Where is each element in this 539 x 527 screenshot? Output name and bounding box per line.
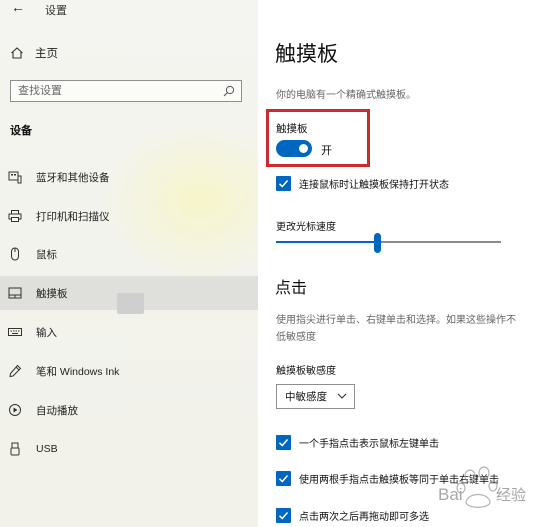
sidebar-item-usb[interactable]: USB xyxy=(0,432,258,466)
taps-heading: 点击 xyxy=(275,280,308,297)
checkmark-icon xyxy=(278,439,289,447)
sidebar-item-label: 蓝牙和其他设备 xyxy=(36,171,110,184)
sidebar-item-label: 打印机和扫描仪 xyxy=(36,210,110,223)
touchpad-icon xyxy=(8,287,22,299)
sensitivity-value: 中敏感度 xyxy=(285,391,327,403)
search-box[interactable] xyxy=(10,80,242,102)
pen-icon xyxy=(9,364,22,378)
sensitivity-dropdown[interactable]: 中敏感度 xyxy=(276,384,355,409)
home-icon xyxy=(11,47,23,59)
home-link[interactable]: 主页 xyxy=(10,45,58,61)
bluetooth-devices-icon xyxy=(8,171,22,184)
sidebar-item-printers[interactable]: 打印机和扫描仪 xyxy=(0,199,258,233)
home-label: 主页 xyxy=(35,48,58,60)
taps-description-line: 低敏感度 xyxy=(276,332,316,343)
svg-text:Bai: Bai xyxy=(438,485,463,504)
single-tap-checkbox[interactable] xyxy=(276,435,291,450)
touchpad-toggle-label: 触摸板 xyxy=(276,123,308,135)
printer-icon xyxy=(8,210,22,222)
baidu-jingyan-watermark: Bai 经验 xyxy=(438,466,526,508)
usb-icon xyxy=(10,442,20,456)
search-input[interactable] xyxy=(11,81,223,101)
cursor-speed-slider[interactable] xyxy=(276,241,501,243)
sensitivity-label: 触摸板敏感度 xyxy=(276,366,336,377)
keep-on-checkbox-row[interactable]: 连接鼠标时让触摸板保持打开状态 xyxy=(276,176,449,191)
single-tap-checkbox-label: 一个手指点击表示鼠标左键单击 xyxy=(299,439,439,450)
settings-sidebar: ← 设置 主页 设备 蓝牙和其他设备 打印机和扫描仪 xyxy=(0,0,258,527)
sidebar-item-bluetooth[interactable]: 蓝牙和其他设备 xyxy=(0,160,258,194)
keep-on-checkbox-label: 连接鼠标时让触摸板保持打开状态 xyxy=(299,180,449,191)
chevron-down-icon xyxy=(337,393,347,399)
taps-description: 使用指尖进行单击、右键单击和选择。如果这些操作不 低敏感度 xyxy=(276,312,539,346)
back-arrow-icon[interactable]: ← xyxy=(11,0,25,15)
keep-on-checkbox[interactable] xyxy=(276,176,291,191)
double-tap-drag-checkbox-row[interactable]: 点击两次之后再拖动即可多选 xyxy=(276,508,429,523)
slider-fill xyxy=(276,241,378,243)
sidebar-item-mouse[interactable]: 鼠标 xyxy=(0,237,258,271)
highlight-box xyxy=(266,109,370,167)
sidebar-item-label: 输入 xyxy=(36,326,57,339)
single-tap-checkbox-row[interactable]: 一个手指点击表示鼠标左键单击 xyxy=(276,435,439,450)
slider-thumb[interactable] xyxy=(373,233,381,253)
page-subtitle: 你的电脑有一个精确式触摸板。 xyxy=(276,90,416,101)
sidebar-item-label: 笔和 Windows Ink xyxy=(36,365,120,378)
title-bar: ← 设置 xyxy=(0,0,258,20)
checkmark-icon xyxy=(278,512,289,520)
sidebar-item-label: 鼠标 xyxy=(36,248,57,261)
two-finger-tap-checkbox[interactable] xyxy=(276,471,291,486)
page-title: 触摸板 xyxy=(275,43,338,66)
checkmark-icon xyxy=(278,180,289,188)
autoplay-icon xyxy=(9,404,21,416)
section-title-devices: 设备 xyxy=(10,125,32,137)
sidebar-item-pen[interactable]: 笔和 Windows Ink xyxy=(0,354,258,388)
checkmark-icon xyxy=(278,475,289,483)
cursor-speed-label: 更改光标速度 xyxy=(276,222,336,233)
sidebar-item-label: 自动播放 xyxy=(36,404,78,417)
app-title: 设置 xyxy=(45,5,67,17)
cursor-overlay xyxy=(117,293,144,314)
double-tap-drag-checkbox[interactable] xyxy=(276,508,291,523)
touchpad-toggle[interactable] xyxy=(276,140,312,157)
sidebar-item-label: 触摸板 xyxy=(36,287,68,300)
keyboard-icon xyxy=(8,328,22,336)
toggle-state-text: 开 xyxy=(321,145,332,157)
taps-description-line: 使用指尖进行单击、右键单击和选择。如果这些操作不 xyxy=(276,315,516,326)
toggle-knob xyxy=(299,144,308,153)
mouse-icon xyxy=(11,247,19,261)
search-icon[interactable] xyxy=(223,85,235,97)
sidebar-item-autoplay[interactable]: 自动播放 xyxy=(0,393,258,427)
sidebar-item-typing[interactable]: 输入 xyxy=(0,315,258,349)
sidebar-item-label: USB xyxy=(36,443,58,455)
double-tap-drag-checkbox-label: 点击两次之后再拖动即可多选 xyxy=(299,512,429,523)
svg-text:经验: 经验 xyxy=(496,486,526,504)
settings-main-panel: 触摸板 你的电脑有一个精确式触摸板。 触摸板 开 连接鼠标时让触摸板保持打开状态… xyxy=(258,0,539,527)
